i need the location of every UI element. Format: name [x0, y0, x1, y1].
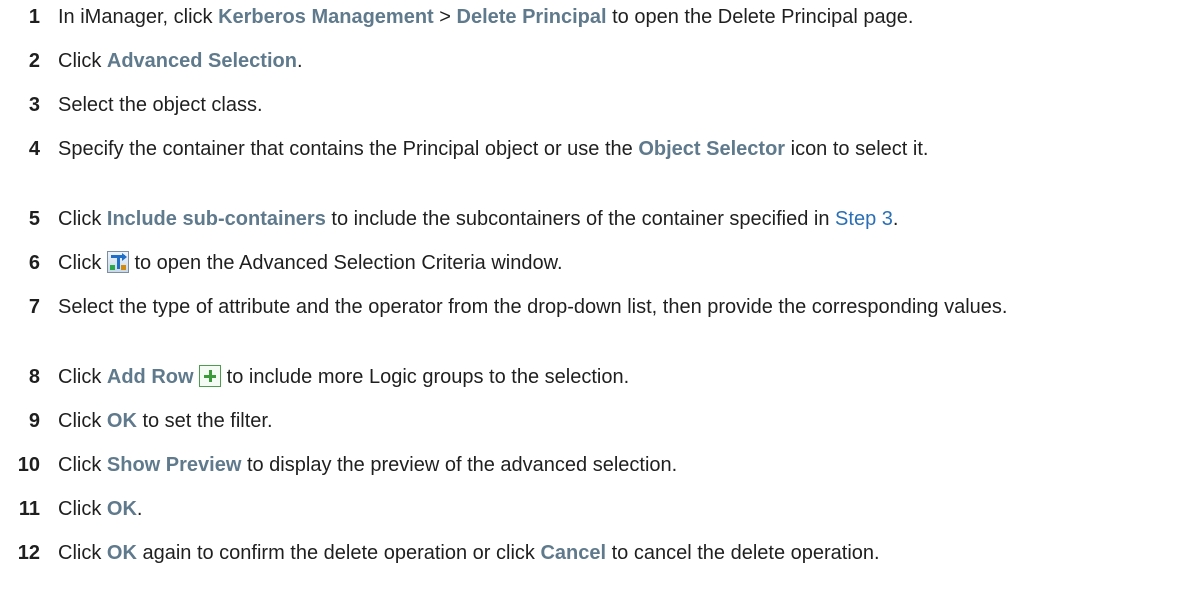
step-number: 12	[17, 542, 40, 564]
step-number: 8	[28, 366, 40, 388]
step-number: 4	[28, 138, 40, 160]
step-number: 1	[28, 6, 40, 28]
step-text: Click Advanced Selection.	[58, 50, 303, 72]
step-text: Click Add Row to include more Logic grou…	[58, 365, 630, 388]
ui-term-object-selector: Object Selector	[638, 138, 786, 160]
ui-term-show-preview: Show Preview	[106, 454, 242, 476]
step-text: Click to open the Advanced Selection Cri…	[58, 251, 563, 274]
ui-term-ok: OK	[106, 498, 137, 520]
step-number: 6	[28, 252, 40, 274]
step-number: 9	[28, 410, 40, 432]
step-number: 10	[17, 454, 40, 476]
step-text: Select the object class.	[58, 94, 263, 116]
step-text: Specify the container that contains the …	[58, 138, 929, 160]
ui-term-advanced-selection: Advanced Selection	[106, 50, 297, 72]
add-row-icon	[199, 365, 222, 387]
ui-term-delete-principal: Delete Principal	[456, 6, 607, 28]
advanced-selection-criteria-icon	[106, 251, 129, 273]
step-number: 5	[28, 208, 40, 230]
step-text: Click OK to set the filter.	[58, 410, 273, 432]
step-text: Click OK.	[58, 498, 143, 520]
ui-term-cancel: Cancel	[540, 542, 607, 564]
step-number: 3	[28, 94, 40, 116]
step-number: 2	[28, 50, 40, 72]
ui-term-ok: OK	[106, 542, 137, 564]
step-text: Click Include sub-containers to include …	[58, 208, 899, 230]
ui-term-include-sub-containers: Include sub-containers	[106, 208, 326, 230]
step-number: 7	[28, 296, 40, 318]
step-text: In iManager, click Kerberos Management >…	[58, 6, 914, 28]
step-text: Click OK again to confirm the delete ope…	[58, 542, 880, 564]
step-text: Select the type of attribute and the ope…	[58, 296, 1008, 318]
step-number: 11	[18, 498, 40, 520]
ui-term-ok: OK	[106, 410, 137, 432]
step-3-link[interactable]: Step 3	[835, 208, 893, 230]
step-text: Click Show Preview to display the previe…	[58, 454, 678, 476]
ui-term-add-row: Add Row	[106, 366, 194, 388]
ui-term-kerberos-management: Kerberos Management	[218, 6, 434, 28]
